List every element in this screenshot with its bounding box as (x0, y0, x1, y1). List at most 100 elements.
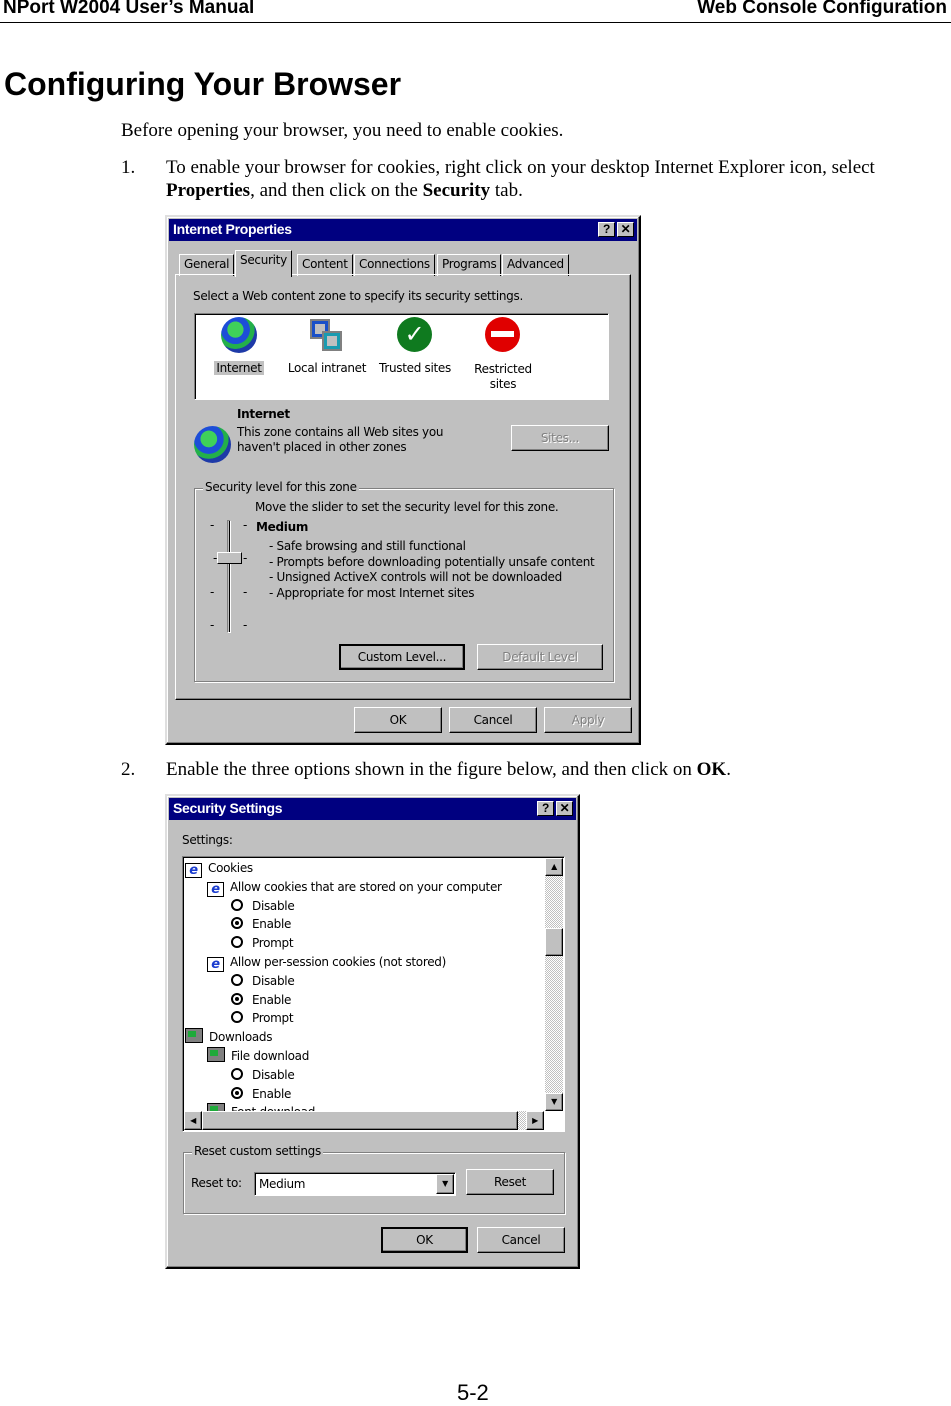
tab-content[interactable]: Content (297, 254, 353, 276)
radio-checked-icon (231, 1086, 243, 1099)
zone-local-intranet[interactable]: Local intranet (287, 317, 367, 375)
help-button[interactable]: ? (598, 222, 615, 237)
tree-item-label: Prompt (252, 936, 294, 951)
zone-description: This zone contains all Web sites you hav… (237, 425, 444, 454)
zone-internet[interactable]: Internet (213, 317, 265, 375)
radio-option[interactable]: Prompt (231, 934, 294, 953)
settings-tree-content: e Cookies e Allow cookies that are stored o… (185, 859, 543, 1111)
slider-tick: - (243, 585, 248, 599)
slider-tick: - (243, 618, 248, 632)
tree-item-label: File download (231, 1049, 310, 1063)
help-button[interactable]: ? (537, 801, 554, 816)
security-slider-thumb[interactable] (217, 552, 242, 564)
cancel-button[interactable]: Cancel (449, 707, 537, 733)
tab-programs[interactable]: Programs (437, 254, 502, 276)
chevron-down-icon[interactable]: ▼ (436, 1174, 454, 1194)
page-number: 5-2 (457, 1380, 489, 1405)
tree-item[interactable]: File download (207, 1047, 309, 1066)
tree-item-label: Prompt (252, 1011, 294, 1026)
tree-item-label: Disable (252, 973, 295, 988)
zone-trusted-sites[interactable]: ✓ Trusted sites (375, 317, 455, 375)
tab-advanced[interactable]: Advanced (502, 254, 569, 276)
horizontal-scrollbar[interactable]: ◀ ▶ (184, 1111, 544, 1130)
header-left: NPort W2004 User’s Manual (3, 0, 255, 18)
close-button[interactable]: ✕ (617, 222, 634, 237)
tree-item-label: Cookies (208, 861, 253, 875)
reset-button[interactable]: Reset (466, 1169, 554, 1195)
zone-prompt: Select a Web content zone to specify its… (193, 289, 523, 303)
internet-explorer-icon: e (207, 957, 224, 972)
download-icon (185, 1028, 203, 1044)
radio-option[interactable]: Disable (231, 1066, 295, 1085)
tree-item-label: Enable (252, 1086, 292, 1101)
tree-item-label: Enable (252, 992, 292, 1007)
tree-item-label: Allow per-session cookies (not stored) (230, 955, 446, 969)
radio-unchecked-icon (231, 936, 243, 949)
reset-to-value: Medium (259, 1177, 306, 1191)
settings-tree[interactable]: e Cookies e Allow cookies that are stored o… (182, 856, 565, 1132)
zone-restricted-sites[interactable]: Restricted sites (467, 317, 539, 392)
tab-connections[interactable]: Connections (354, 254, 435, 276)
tree-item[interactable]: e Allow cookies that are stored on your c… (207, 878, 502, 897)
ok-button[interactable]: OK (381, 1227, 468, 1253)
tab-security[interactable]: Security (235, 250, 292, 277)
download-icon (207, 1047, 225, 1062)
tab-general[interactable]: General (179, 254, 235, 276)
internet-properties-dialog: Internet Properties ? ✕ General Security… (165, 215, 641, 745)
horizontal-scroll-thumb[interactable] (202, 1111, 518, 1130)
tree-item-label: Disable (252, 898, 295, 913)
scroll-right-button[interactable]: ▶ (526, 1111, 544, 1130)
radio-unchecked-icon (231, 898, 243, 911)
radio-unchecked-icon (231, 973, 243, 986)
apply-button[interactable]: Apply (544, 707, 632, 733)
cancel-button[interactable]: Cancel (477, 1227, 565, 1253)
slider-tick: - (210, 518, 215, 532)
security-settings-dialog: Security Settings ? ✕ Settings: e Cookies… (165, 794, 580, 1269)
title-bar: Internet Properties ? ✕ (169, 219, 637, 241)
computers-icon (310, 319, 344, 353)
tree-item-label: Enable (252, 917, 292, 932)
tree-item[interactable]: Font download (207, 1103, 315, 1111)
radio-option[interactable]: Disable (231, 972, 295, 991)
tree-item[interactable]: e Cookies (185, 859, 253, 878)
tree-item-label: Downloads (209, 1030, 273, 1045)
tree-item[interactable]: e Allow per-session cookies (not stored) (207, 953, 446, 972)
reset-to-select[interactable]: Medium ▼ (254, 1172, 456, 1196)
scroll-down-button[interactable]: ▼ (545, 1093, 563, 1111)
custom-level-button[interactable]: Custom Level... (339, 644, 465, 670)
ok-button[interactable]: OK (354, 707, 442, 733)
close-button[interactable]: ✕ (556, 801, 573, 816)
radio-option[interactable]: Enable (231, 991, 291, 1010)
internet-explorer-icon: e (207, 881, 224, 897)
step-1-text: To enable your browser for cookies, righ… (166, 157, 875, 201)
zone-title: Internet (237, 407, 290, 421)
slider-tick: - (213, 551, 218, 565)
default-level-button[interactable]: Default Level (477, 644, 603, 670)
tree-item-label: Allow cookies that are stored on your co… (230, 879, 502, 894)
slider-tick: - (243, 518, 248, 532)
sites-button[interactable]: Sites... (511, 425, 609, 451)
security-slider-track[interactable] (227, 520, 231, 633)
radio-unchecked-icon (231, 1067, 243, 1080)
page-title: Configuring Your Browser (4, 66, 402, 102)
reset-to-label: Reset to: (191, 1176, 242, 1190)
vertical-scrollbar[interactable]: ▲ ▼ (545, 858, 563, 1111)
scroll-up-button[interactable]: ▲ (545, 858, 563, 876)
step-number: 2. (121, 759, 136, 780)
zone-list[interactable]: Internet Local intranet ✓ Trusted sites … (194, 313, 609, 400)
step-2-text: Enable the three options shown in the fi… (166, 759, 731, 780)
radio-option[interactable]: Enable (231, 915, 291, 934)
globe-icon (221, 317, 257, 353)
slider-tick: - (210, 585, 215, 599)
radio-option[interactable]: Enable (231, 1085, 291, 1104)
tree-item[interactable]: Downloads (185, 1028, 273, 1047)
radio-option[interactable]: Disable (231, 897, 295, 916)
scroll-thumb[interactable] (545, 928, 563, 956)
tree-item-label: Disable (252, 1067, 295, 1082)
dialog-title: Internet Properties (173, 221, 292, 237)
slider-tick: - (210, 618, 215, 632)
radio-checked-icon (231, 917, 243, 930)
scroll-left-button[interactable]: ◀ (184, 1111, 202, 1130)
radio-option[interactable]: Prompt (231, 1009, 294, 1028)
check-icon: ✓ (397, 317, 432, 352)
